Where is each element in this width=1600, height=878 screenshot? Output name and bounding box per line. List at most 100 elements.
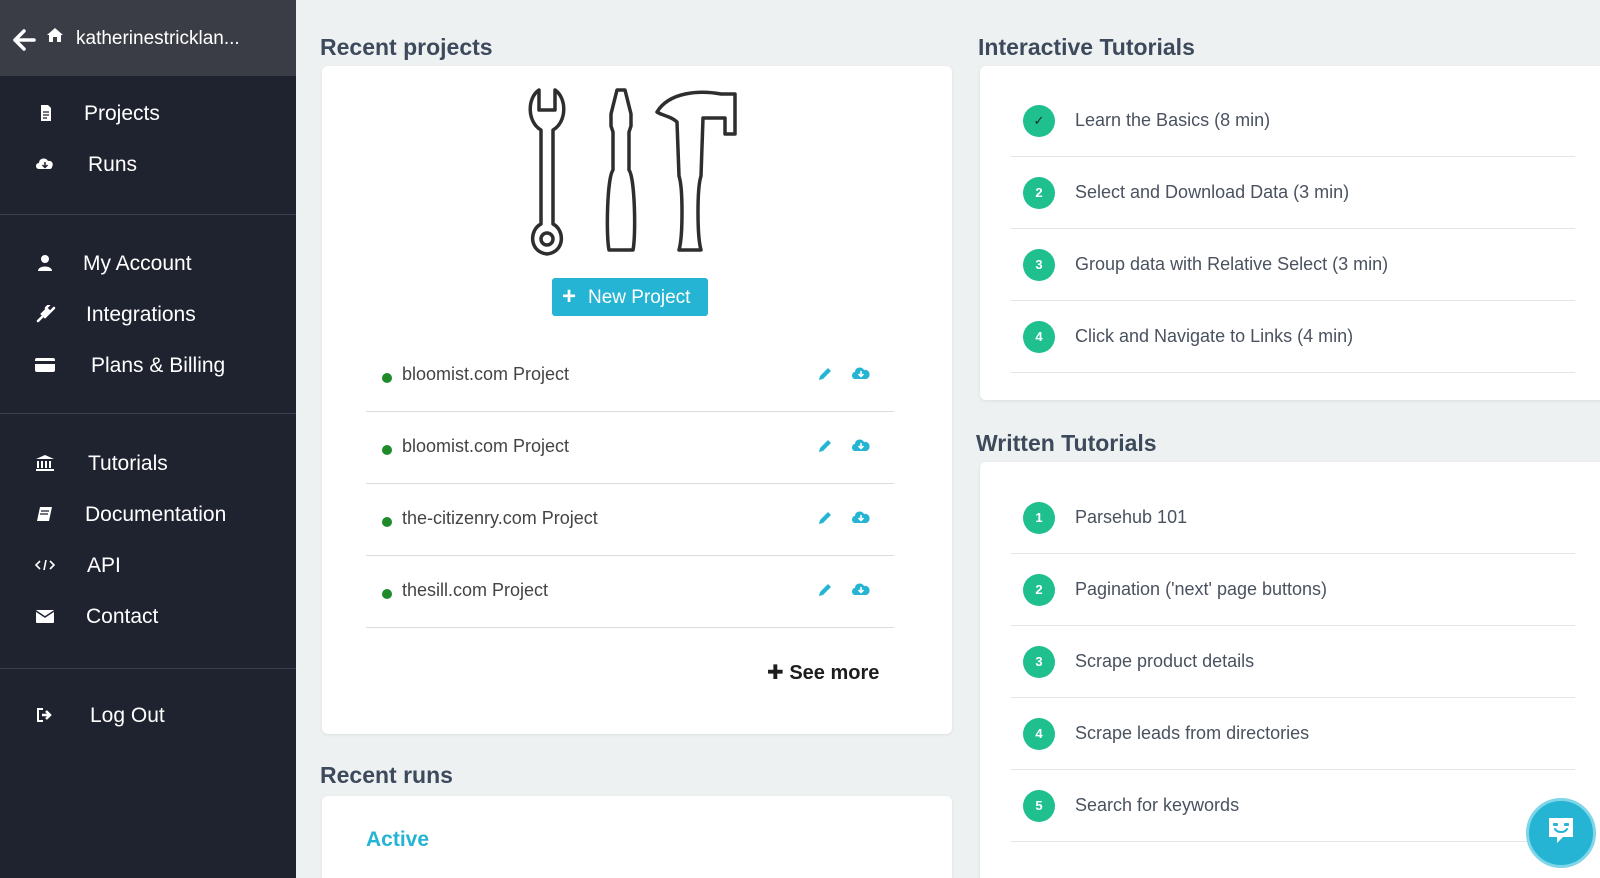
tutorial-item[interactable]: 5 Search for keywords: [1011, 770, 1575, 842]
chat-bot-icon: [1549, 818, 1573, 843]
nav-plans-billing[interactable]: Plans & Billing: [0, 345, 296, 385]
nav-projects-label: Projects: [84, 102, 160, 125]
sidebar-divider: [0, 668, 296, 669]
cloud-download-icon[interactable]: [850, 436, 872, 454]
tutorial-item[interactable]: 3 Group data with Relative Select (3 min…: [1011, 229, 1575, 301]
home-icon[interactable]: [46, 27, 64, 43]
status-dot: [382, 589, 392, 599]
nav-documentation-label: Documentation: [85, 503, 227, 526]
cloud-download-icon: [36, 158, 53, 169]
nav-plans-billing-label: Plans & Billing: [91, 354, 226, 377]
cloud-download-icon[interactable]: [850, 580, 872, 598]
tutorial-title: Group data with Relative Select (3 min): [1075, 254, 1389, 274]
nav-my-account[interactable]: My Account: [0, 243, 296, 283]
active-runs-tab[interactable]: Active: [366, 828, 429, 852]
tutorial-title: Scrape product details: [1075, 651, 1255, 671]
tutorial-item[interactable]: 4 Scrape leads from directories: [1011, 698, 1575, 770]
tutorial-item[interactable]: 4 Click and Navigate to Links (4 min): [1011, 301, 1575, 373]
step-number-badge: 3: [1023, 646, 1055, 678]
code-icon: [34, 559, 56, 571]
step-number-badge: 3: [1023, 249, 1055, 281]
pencil-icon[interactable]: [816, 365, 834, 383]
cloud-download-icon[interactable]: [850, 364, 872, 382]
status-dot: [382, 517, 392, 527]
recent-runs-title: Recent runs: [320, 762, 453, 788]
nav-api-label: API: [87, 554, 121, 577]
step-number-badge: 2: [1023, 177, 1055, 209]
written-tutorials-title: Written Tutorials: [976, 430, 1157, 456]
step-number-badge: 1: [1023, 502, 1055, 534]
row-divider: [1011, 372, 1575, 373]
nav-tutorials[interactable]: Tutorials: [0, 443, 296, 483]
check-icon: ✓: [1023, 105, 1055, 137]
envelope-icon: [35, 610, 55, 623]
nav-tutorials-label: Tutorials: [88, 452, 168, 475]
pencil-icon[interactable]: [816, 581, 834, 599]
project-name-link[interactable]: thesill.com Project: [402, 580, 548, 601]
new-project-button[interactable]: + New Project: [552, 278, 708, 316]
project-row: bloomist.com Project: [366, 412, 894, 484]
project-name-link[interactable]: bloomist.com Project: [402, 364, 569, 385]
tutorial-item[interactable]: 3 Scrape product details: [1011, 626, 1575, 698]
tutorial-item[interactable]: 2 Pagination ('next' page buttons): [1011, 554, 1575, 626]
sidebar-divider: [0, 413, 296, 414]
document-icon: [41, 105, 51, 121]
cloud-download-icon[interactable]: [850, 508, 872, 526]
nav-my-account-label: My Account: [83, 252, 192, 275]
see-more-button[interactable]: ✚ See more: [767, 660, 879, 685]
tutorial-title: Search for keywords: [1075, 795, 1240, 815]
nav-log-out-label: Log Out: [90, 704, 165, 727]
tutorial-item[interactable]: ✓ Learn the Basics (8 min): [1011, 85, 1575, 157]
nav-integrations[interactable]: Integrations: [0, 294, 296, 334]
tutorial-title: Parsehub 101: [1075, 507, 1188, 527]
sign-out-icon: [37, 708, 52, 722]
nav-contact[interactable]: Contact: [0, 596, 296, 636]
chat-support-button[interactable]: [1526, 798, 1596, 868]
row-divider: [1011, 841, 1575, 842]
recent-projects-title: Recent projects: [320, 34, 493, 60]
tutorial-item[interactable]: 2 Select and Download Data (3 min): [1011, 157, 1575, 229]
project-row: thesill.com Project: [366, 556, 894, 628]
book-icon: [37, 507, 52, 521]
project-row: bloomist.com Project: [366, 340, 894, 412]
tutorial-title: Select and Download Data (3 min): [1075, 182, 1350, 202]
row-divider: [366, 627, 894, 628]
nav-runs-label: Runs: [88, 153, 138, 176]
bank-icon: [36, 455, 54, 471]
sidebar-header: katherinestricklan...: [0, 0, 296, 76]
nav-documentation[interactable]: Documentation: [0, 494, 296, 534]
plus-icon: ✚: [767, 662, 790, 684]
interactive-tutorials-title: Interactive Tutorials: [978, 34, 1195, 60]
new-project-label: New Project: [588, 287, 691, 308]
nav-projects[interactable]: Projects: [0, 93, 296, 133]
plug-icon: [36, 305, 56, 323]
step-number-badge: 5: [1023, 790, 1055, 822]
arrow-left-icon[interactable]: [12, 28, 36, 52]
nav-api[interactable]: API: [0, 545, 296, 585]
nav-log-out[interactable]: Log Out: [0, 695, 296, 735]
tutorial-title: Pagination ('next' page buttons): [1075, 579, 1328, 599]
plus-icon: +: [562, 283, 577, 310]
nav-integrations-label: Integrations: [86, 303, 196, 326]
project-row: the-citizenry.com Project: [366, 484, 894, 556]
nav-contact-label: Contact: [86, 605, 159, 628]
project-name-link[interactable]: bloomist.com Project: [402, 436, 569, 457]
step-number-badge: 4: [1023, 718, 1055, 750]
see-more-label: See more: [789, 662, 880, 684]
user-icon: [38, 255, 52, 271]
status-dot: [382, 445, 392, 455]
sidebar: katherinestricklan... Projects Runs My A…: [0, 0, 296, 878]
sidebar-divider: [0, 214, 296, 215]
tutorial-item[interactable]: 1 Parsehub 101: [1011, 482, 1575, 554]
project-name-link[interactable]: the-citizenry.com Project: [402, 508, 598, 529]
step-number-badge: 2: [1023, 574, 1055, 606]
pencil-icon[interactable]: [816, 509, 834, 527]
pencil-icon[interactable]: [816, 437, 834, 455]
username-label[interactable]: katherinestricklan...: [76, 28, 240, 50]
tutorial-title: Scrape leads from directories: [1075, 723, 1310, 743]
nav-runs[interactable]: Runs: [0, 144, 296, 184]
status-dot: [382, 373, 392, 383]
tools-illustration: [528, 88, 737, 256]
step-number-badge: 4: [1023, 321, 1055, 353]
tutorial-title: Click and Navigate to Links (4 min): [1075, 326, 1354, 346]
